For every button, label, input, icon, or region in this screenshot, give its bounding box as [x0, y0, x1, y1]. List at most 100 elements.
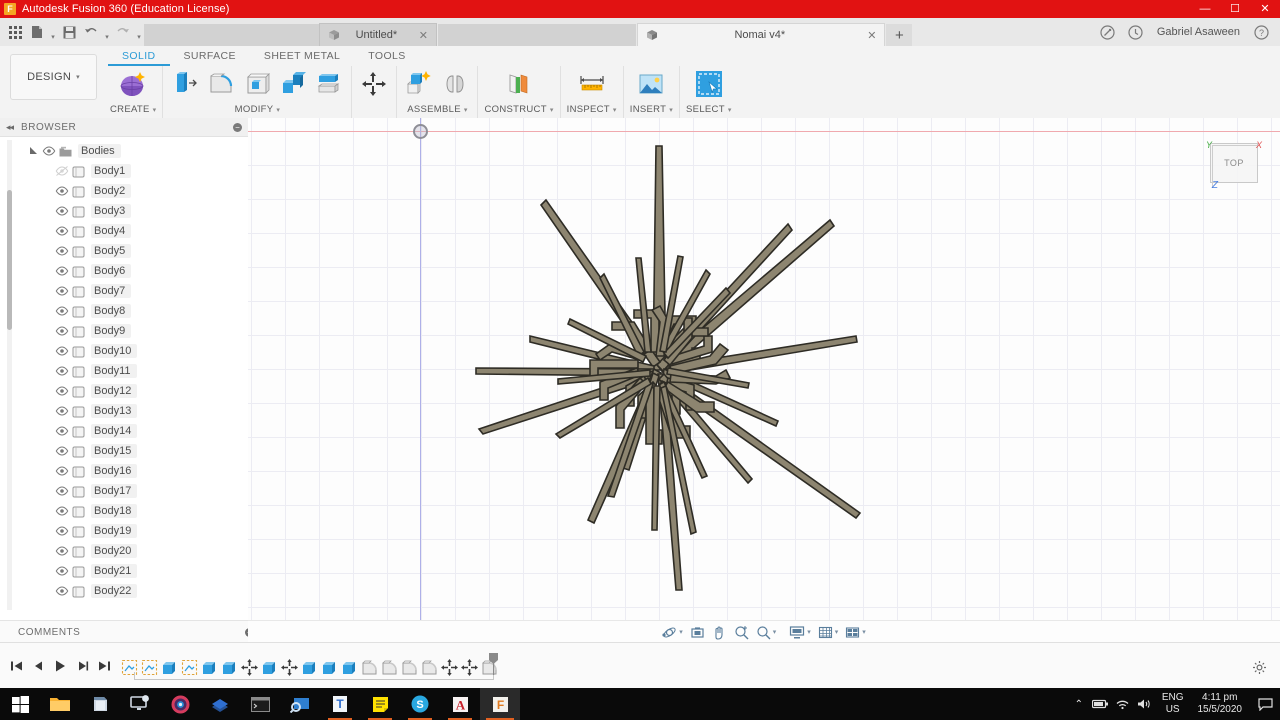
wifi-icon[interactable] — [1112, 688, 1134, 720]
file-icon[interactable] — [26, 20, 48, 44]
browser-body-row[interactable]: Body2 — [0, 181, 248, 201]
chrome-icon[interactable] — [160, 688, 200, 720]
tab-solid[interactable]: SOLID — [108, 49, 170, 66]
eye-icon[interactable] — [53, 186, 70, 196]
eye-icon[interactable] — [53, 226, 70, 236]
teamviewer-icon[interactable] — [120, 688, 160, 720]
comments-panel[interactable]: COMMENTS + — [0, 620, 261, 643]
browser-node-bodies[interactable]: Bodies — [0, 141, 248, 161]
skype-icon[interactable]: S — [400, 688, 440, 720]
redo-caret-icon[interactable]: ▾ — [134, 17, 144, 47]
chevron-down-icon[interactable]: ▾ — [773, 628, 777, 636]
joint-icon[interactable] — [439, 67, 471, 101]
browser-body-row[interactable]: Body1 — [0, 161, 248, 181]
move-copy-icon[interactable] — [358, 67, 390, 101]
document-tab-close-icon[interactable]: ✕ — [867, 29, 876, 42]
orbit-icon[interactable]: ▾ — [659, 623, 686, 641]
display-settings-icon[interactable]: ▾ — [786, 623, 814, 641]
eye-icon[interactable] — [53, 526, 70, 536]
inventor-icon[interactable] — [200, 688, 240, 720]
eye-icon[interactable] — [53, 366, 70, 376]
zoom-icon[interactable]: ▾ — [753, 623, 780, 641]
document-tab-untitled[interactable]: Untitled* ✕ — [319, 23, 437, 46]
panel-inspect-label[interactable]: INSPECT ▾ — [567, 104, 617, 115]
measure-icon[interactable] — [576, 67, 608, 101]
store-icon[interactable] — [80, 688, 120, 720]
eye-icon[interactable] — [53, 266, 70, 276]
browser-body-row[interactable]: Body21 — [0, 561, 248, 581]
panel-select-label[interactable]: SELECT ▾ — [686, 104, 732, 115]
browser-body-row[interactable]: Body16 — [0, 461, 248, 481]
expand-triangle-icon[interactable] — [26, 146, 40, 157]
tray-chevron-icon[interactable]: ⌃ — [1068, 688, 1090, 720]
view-cube-face[interactable]: TOP — [1210, 143, 1258, 183]
chevron-down-icon[interactable]: ▾ — [835, 628, 839, 636]
battery-icon[interactable] — [1090, 688, 1112, 720]
split-body-icon[interactable] — [313, 67, 345, 101]
eye-icon[interactable] — [53, 346, 70, 356]
viewports-icon[interactable]: ▾ — [842, 623, 869, 641]
eye-icon[interactable] — [53, 586, 70, 596]
browser-body-row[interactable]: Body13 — [0, 401, 248, 421]
eye-hidden-icon[interactable] — [53, 166, 70, 176]
play-button[interactable] — [50, 655, 70, 677]
redo-icon[interactable] — [112, 20, 134, 44]
extensions-icon[interactable] — [1095, 20, 1121, 44]
panel-insert-label[interactable]: INSERT ▾ — [630, 104, 673, 115]
new-component-icon[interactable] — [403, 67, 435, 101]
notification-icon[interactable] — [1250, 688, 1280, 720]
eye-icon[interactable] — [53, 286, 70, 296]
browser-body-row[interactable]: Body6 — [0, 261, 248, 281]
username-label[interactable]: Gabriel Asaween — [1151, 26, 1246, 38]
eye-icon[interactable] — [53, 566, 70, 576]
browser-body-row[interactable]: Body11 — [0, 361, 248, 381]
origin-point[interactable] — [413, 124, 428, 139]
browser-body-row[interactable]: Body9 — [0, 321, 248, 341]
eye-icon[interactable] — [53, 426, 70, 436]
browser-scrollbar-thumb[interactable] — [7, 190, 12, 330]
browser-body-row[interactable]: Body3 — [0, 201, 248, 221]
browser-body-row[interactable]: Body18 — [0, 501, 248, 521]
browser-body-row[interactable]: Body5 — [0, 241, 248, 261]
workspace-switcher[interactable]: DESIGN ▾ — [10, 54, 97, 100]
notes-icon[interactable] — [360, 688, 400, 720]
maximize-button[interactable]: ☐ — [1220, 0, 1250, 18]
eye-icon[interactable] — [53, 246, 70, 256]
file-explorer-icon[interactable] — [40, 688, 80, 720]
shell-icon[interactable] — [241, 67, 273, 101]
chevron-down-icon[interactable]: ▾ — [862, 628, 866, 636]
undo-caret-icon[interactable]: ▾ — [102, 17, 112, 47]
volume-icon[interactable] — [1134, 688, 1156, 720]
step-back-button[interactable] — [28, 655, 48, 677]
fusion360-icon[interactable]: F — [480, 688, 520, 720]
browser-body-row[interactable]: Body20 — [0, 541, 248, 561]
fillet-icon[interactable] — [205, 67, 237, 101]
select-window-icon[interactable] — [693, 67, 725, 101]
grid-snaps-icon[interactable]: ▾ — [815, 623, 842, 641]
browser-body-row[interactable]: Body12 — [0, 381, 248, 401]
collapse-panel-icon[interactable]: ◂◂ — [6, 122, 14, 133]
browser-settings-icon[interactable]: − — [233, 122, 242, 132]
eye-icon[interactable] — [53, 386, 70, 396]
chevron-down-icon[interactable]: ▾ — [807, 628, 811, 636]
combine-icon[interactable] — [277, 67, 309, 101]
browser-body-row[interactable]: Body10 — [0, 341, 248, 361]
tab-surface[interactable]: SURFACE — [170, 49, 250, 63]
go-to-beginning-button[interactable] — [6, 655, 26, 677]
browser-body-row[interactable]: Body7 — [0, 281, 248, 301]
tab-sheet-metal[interactable]: SHEET METAL — [250, 49, 354, 63]
teams-icon[interactable]: T — [320, 688, 360, 720]
eye-icon[interactable] — [53, 446, 70, 456]
file-caret-icon[interactable]: ▾ — [48, 17, 58, 47]
eye-icon[interactable] — [40, 146, 57, 156]
clock[interactable]: 4:11 pm 15/5/2020 — [1190, 692, 1251, 716]
search-app-icon[interactable] — [280, 688, 320, 720]
viewport-canvas[interactable]: TOP X Y Z — [248, 118, 1280, 642]
go-to-end-button[interactable] — [94, 655, 114, 677]
document-tab-nomai[interactable]: Nomai v4* ✕ — [637, 23, 886, 46]
timeline-end-marker[interactable] — [489, 653, 498, 675]
browser-body-row[interactable]: Body15 — [0, 441, 248, 461]
chevron-down-icon[interactable]: ▾ — [679, 628, 683, 636]
panel-create-label[interactable]: CREATE ▾ — [110, 104, 156, 115]
eye-icon[interactable] — [53, 406, 70, 416]
